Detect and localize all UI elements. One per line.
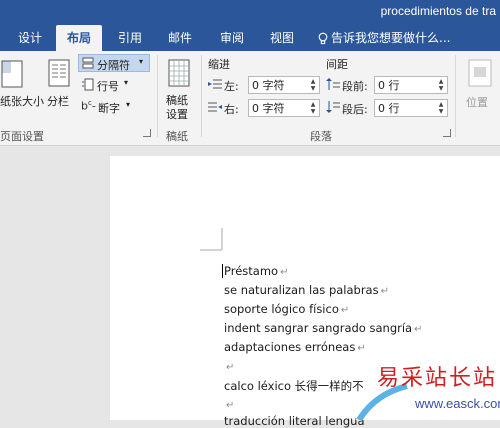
paragraph-mark-icon: ↵ xyxy=(380,286,389,297)
indent-right-value: 0 字符 xyxy=(252,102,285,115)
line-text: traducción literal lengua xyxy=(224,414,365,428)
indent-left-label: 左: xyxy=(224,80,239,93)
spacing-after-input[interactable]: 0 行 ▲ ▼ xyxy=(374,99,448,117)
paragraph-mark-icon: ↵ xyxy=(280,267,289,278)
ribbon-tab-row: 设计 布局 引用 邮件 审阅 视图 告诉我您想要做什么... xyxy=(0,25,500,51)
line-numbers-dropdown[interactable]: 行号 ▾ xyxy=(78,76,150,94)
page-setup-launcher-icon[interactable] xyxy=(143,129,151,137)
line-text: Préstamo xyxy=(224,264,279,278)
position-icon xyxy=(468,59,492,87)
tab-view[interactable]: 视图 xyxy=(264,25,300,51)
line-text: se naturalizan las palabras xyxy=(224,283,379,297)
paragraph-group-label: 段落 xyxy=(310,130,332,143)
paragraph-launcher-icon[interactable] xyxy=(443,129,451,137)
position-label: 位置 xyxy=(466,96,488,109)
document-line[interactable]: ↵ xyxy=(224,359,234,373)
tab-design[interactable]: 设计 xyxy=(14,25,46,51)
draft-paper-label-line2: 设置 xyxy=(166,108,188,121)
spacing-header: 间距 xyxy=(326,58,348,71)
draft-paper-icon xyxy=(168,59,190,87)
chevron-down-icon: ▾ xyxy=(126,100,131,109)
site-watermark: 易采站长站 www.easck.com xyxy=(355,358,500,420)
document-title: procedimientos de tra xyxy=(380,4,496,18)
indent-right-icon xyxy=(208,102,222,112)
tab-mailings[interactable]: 邮件 xyxy=(162,25,198,51)
paragraph-mark-icon: ↵ xyxy=(357,343,366,354)
indent-left-icon xyxy=(208,79,222,89)
spacing-after-label: 段后: xyxy=(342,103,368,116)
hyphenation-label: 断字 xyxy=(98,102,120,115)
title-bar: procedimientos de tra xyxy=(0,0,500,25)
tell-me-label: 告诉我您想要做什么... xyxy=(331,31,451,45)
spacing-before-input[interactable]: 0 行 ▲ ▼ xyxy=(374,76,448,94)
hyphenation-icon: bc- xyxy=(81,99,96,113)
columns-button[interactable]: 分栏 xyxy=(44,55,74,115)
spacing-before-value: 0 行 xyxy=(378,79,400,92)
spacing-before-label: 段前: xyxy=(342,80,368,93)
line-text: calco léxico 长得一样的不 xyxy=(224,379,364,393)
breaks-label: 分隔符 xyxy=(97,59,130,72)
paragraph-mark-icon: ↵ xyxy=(414,324,423,335)
indent-left-input[interactable]: 0 字符 ▲ ▼ xyxy=(248,76,320,94)
spinner-arrows-icon[interactable]: ▲ ▼ xyxy=(309,101,317,115)
paper-size-icon xyxy=(1,60,23,88)
document-line[interactable]: soporte lógico físico ↵ xyxy=(224,302,349,316)
spacing-before-icon xyxy=(326,78,340,90)
group-divider xyxy=(455,55,456,137)
draft-paper-group-label: 稿纸 xyxy=(166,130,188,143)
text-cursor xyxy=(222,264,223,278)
indent-left-value: 0 字符 xyxy=(252,79,285,92)
ribbon-panel: 纸张大小 分栏 分隔符 ▾ 行号 ▾ bc- 断字 ▾ 页面设置 稿纸 设置 稿… xyxy=(0,51,500,146)
breaks-icon xyxy=(82,57,94,69)
document-line[interactable]: indent sangrar sangrado sangría ↵ xyxy=(224,321,422,335)
indent-right-label: 右: xyxy=(224,103,239,116)
spacing-after-value: 0 行 xyxy=(378,102,400,115)
tell-me-search[interactable]: 告诉我您想要做什么... xyxy=(318,25,450,51)
columns-icon xyxy=(48,59,70,87)
line-text: indent sangrar sangrado sangría xyxy=(224,321,413,335)
document-line[interactable]: ↵ xyxy=(224,397,234,411)
hyphenation-dropdown[interactable]: bc- 断字 ▾ xyxy=(78,98,150,116)
spinner-arrows-icon[interactable]: ▲ ▼ xyxy=(437,78,445,92)
margin-corner-mark xyxy=(200,228,223,251)
document-line[interactable]: Préstamo ↵ xyxy=(224,264,288,278)
line-text: soporte lógico físico xyxy=(224,302,339,316)
spacing-after-icon xyxy=(326,101,340,113)
tab-review[interactable]: 审阅 xyxy=(214,25,250,51)
size-label: 纸张大小 xyxy=(0,95,44,108)
spinner-arrows-icon[interactable]: ▲ ▼ xyxy=(309,78,317,92)
document-line[interactable]: adaptaciones erróneas ↵ xyxy=(224,340,366,354)
document-line[interactable]: traducción literal lengua xyxy=(224,414,365,428)
indent-right-input[interactable]: 0 字符 ▲ ▼ xyxy=(248,99,320,117)
tab-layout[interactable]: 布局 xyxy=(56,25,102,51)
watermark-url-text: www.easck.com xyxy=(415,396,500,411)
lightbulb-icon xyxy=(318,32,328,45)
chevron-down-icon: ▾ xyxy=(139,57,144,66)
watermark-cn-text: 易采站长站 xyxy=(377,366,498,391)
chevron-down-icon: ▾ xyxy=(124,78,129,87)
group-divider xyxy=(157,55,158,137)
tab-references[interactable]: 引用 xyxy=(112,25,148,51)
line-numbers-label: 行号 xyxy=(97,80,119,93)
draft-paper-button[interactable]: 稿纸 设置 xyxy=(160,55,198,121)
line-numbers-icon xyxy=(82,78,94,91)
paragraph-mark-icon: ↵ xyxy=(226,362,235,373)
size-button[interactable]: 纸张大小 xyxy=(0,55,44,115)
indent-header: 缩进 xyxy=(208,58,230,71)
paragraph-mark-icon: ↵ xyxy=(226,400,235,411)
document-line[interactable]: se naturalizan las palabras ↵ xyxy=(224,283,389,297)
position-button[interactable]: 位置 xyxy=(462,55,500,119)
paragraph-mark-icon: ↵ xyxy=(340,305,350,316)
document-line[interactable]: calco léxico 长得一样的不 xyxy=(224,378,364,394)
breaks-dropdown[interactable]: 分隔符 ▾ xyxy=(78,54,150,72)
page-setup-group-label: 页面设置 xyxy=(0,130,44,143)
group-divider xyxy=(201,55,202,137)
columns-label: 分栏 xyxy=(47,95,69,108)
spinner-arrows-icon[interactable]: ▲ ▼ xyxy=(437,101,445,115)
line-text: adaptaciones erróneas xyxy=(224,340,356,354)
